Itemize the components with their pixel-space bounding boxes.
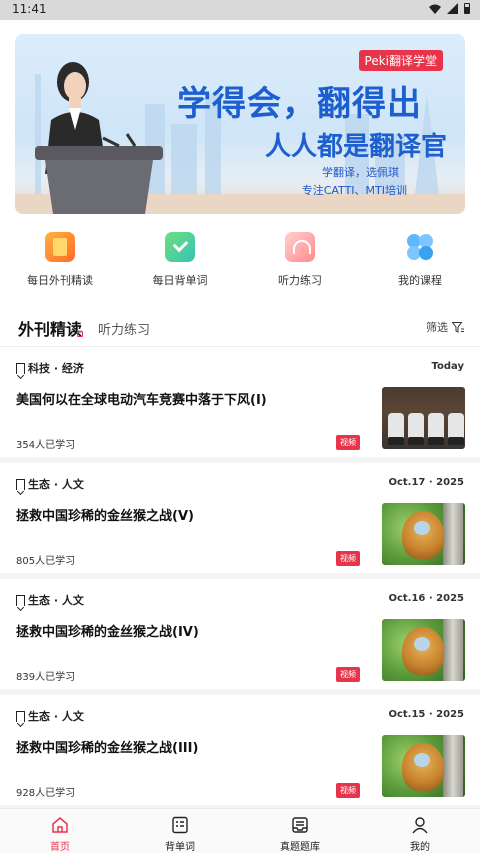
home-icon <box>52 817 68 833</box>
vocabulary-icon <box>172 816 188 834</box>
question-bank-icon <box>292 817 308 833</box>
magazine-icon <box>45 232 75 262</box>
nav-label: 背单词 <box>165 842 195 853</box>
active-tab-indicator <box>77 331 83 337</box>
course-icon <box>405 232 435 262</box>
status-time: 11:41 <box>12 2 47 16</box>
article-category-label: 生态 · 人文 <box>28 478 84 491</box>
article-category: 科技 · 经济 <box>16 360 84 376</box>
article-card[interactable]: 科技 · 经济 Today 美国何以在全球电动汽车竞赛中落于下风(I) 354人… <box>0 347 480 463</box>
nav-profile[interactable]: 我的 <box>360 809 480 853</box>
quick-nav-my-courses[interactable]: 我的课程 <box>360 232 480 292</box>
tab-listening[interactable]: 听力练习 <box>98 319 150 338</box>
signal-icon <box>447 3 458 14</box>
video-tag: 视频 <box>336 435 360 450</box>
article-title: 拯救中国珍稀的金丝猴之战(V) <box>16 509 194 524</box>
status-bar: 11:41 <box>0 0 480 20</box>
nav-home[interactable]: 首页 <box>0 809 120 853</box>
nav-label: 首页 <box>50 842 70 853</box>
video-tag: 视频 <box>336 551 360 566</box>
nav-label: 我的 <box>410 842 430 853</box>
article-learner-count: 354人已学习 <box>16 440 76 451</box>
banner-line2: 专注CATTI、MTI培训 <box>301 184 407 197</box>
banner-subheadline: 人人都是翻译官 <box>264 132 447 162</box>
checkmark-calendar-icon <box>165 232 195 262</box>
banner-headline: 学得会，翻得出 <box>177 84 422 124</box>
headphones-icon <box>285 232 315 262</box>
video-tag: 视频 <box>336 783 360 798</box>
content-tabs: 外刊精读 听力练习 筛选 <box>0 310 480 346</box>
banner-line1: 学翻译，选佩琪 <box>322 166 399 179</box>
filter-label: 筛选 <box>426 321 448 334</box>
filter-button[interactable]: 筛选 <box>426 319 464 335</box>
video-tag: 视频 <box>336 667 360 682</box>
quick-nav: 每日外刊精读 每日背单词 听力练习 我的课程 <box>0 232 480 292</box>
article-card[interactable]: 生态 · 人文 Oct.16 · 2025 拯救中国珍稀的金丝猴之战(IV) 8… <box>0 579 480 695</box>
article-category-label: 科技 · 经济 <box>28 362 84 375</box>
article-date: Today <box>431 361 464 372</box>
bookmark-icon <box>16 362 25 374</box>
quick-nav-daily-words[interactable]: 每日背单词 <box>120 232 240 292</box>
wifi-icon <box>429 4 441 14</box>
article-date: Oct.15 · 2025 <box>388 709 464 720</box>
article-category-label: 生态 · 人文 <box>28 710 84 723</box>
article-learner-count: 928人已学习 <box>16 788 76 799</box>
nav-question-bank[interactable]: 真题题库 <box>240 809 360 853</box>
article-thumbnail <box>382 619 465 681</box>
article-category: 生态 · 人文 <box>16 592 84 608</box>
article-thumbnail <box>382 387 465 449</box>
article-learner-count: 839人已学习 <box>16 672 76 683</box>
quick-nav-label: 听力练习 <box>278 274 322 287</box>
nav-vocabulary[interactable]: 背单词 <box>120 809 240 853</box>
article-date: Oct.17 · 2025 <box>388 477 464 488</box>
article-category-label: 生态 · 人文 <box>28 594 84 607</box>
quick-nav-magazine-reading[interactable]: 每日外刊精读 <box>0 232 120 292</box>
article-learner-count: 805人已学习 <box>16 556 76 567</box>
status-icons <box>429 3 470 14</box>
article-title: 拯救中国珍稀的金丝猴之战(IV) <box>16 625 199 640</box>
profile-icon <box>412 817 428 834</box>
article-category: 生态 · 人文 <box>16 476 84 492</box>
article-title: 拯救中国珍稀的金丝猴之战(III) <box>16 741 199 756</box>
filter-icon <box>452 321 464 333</box>
quick-nav-label: 每日外刊精读 <box>27 274 93 287</box>
article-card[interactable]: 生态 · 人文 Oct.17 · 2025 拯救中国珍稀的金丝猴之战(V) 80… <box>0 463 480 579</box>
bottom-nav: 首页 背单词 真题题库 我的 <box>0 808 480 853</box>
quick-nav-label: 每日背单词 <box>152 274 208 287</box>
article-date: Oct.16 · 2025 <box>388 593 464 604</box>
brand-tag: Peki翻译学堂 <box>358 50 443 71</box>
nav-label: 真题题库 <box>280 842 320 853</box>
bookmark-icon <box>16 478 25 490</box>
article-category: 生态 · 人文 <box>16 708 84 724</box>
article-card[interactable]: 生态 · 人文 Oct.15 · 2025 拯救中国珍稀的金丝猴之战(III) … <box>0 695 480 811</box>
bookmark-icon <box>16 710 25 722</box>
tab-magazine-reading[interactable]: 外刊精读 <box>18 316 82 340</box>
promo-banner[interactable]: Peki翻译学堂 学得会，翻得出 人人都是翻译官 学翻译，选佩琪 专注CATTI… <box>15 34 465 214</box>
battery-icon <box>464 3 470 14</box>
article-title: 美国何以在全球电动汽车竞赛中落于下风(I) <box>16 393 267 408</box>
article-list: 科技 · 经济 Today 美国何以在全球电动汽车竞赛中落于下风(I) 354人… <box>0 347 480 811</box>
quick-nav-label: 我的课程 <box>398 274 442 287</box>
bookmark-icon <box>16 594 25 606</box>
article-thumbnail <box>382 735 465 797</box>
quick-nav-listening[interactable]: 听力练习 <box>240 232 360 292</box>
article-thumbnail <box>382 503 465 565</box>
